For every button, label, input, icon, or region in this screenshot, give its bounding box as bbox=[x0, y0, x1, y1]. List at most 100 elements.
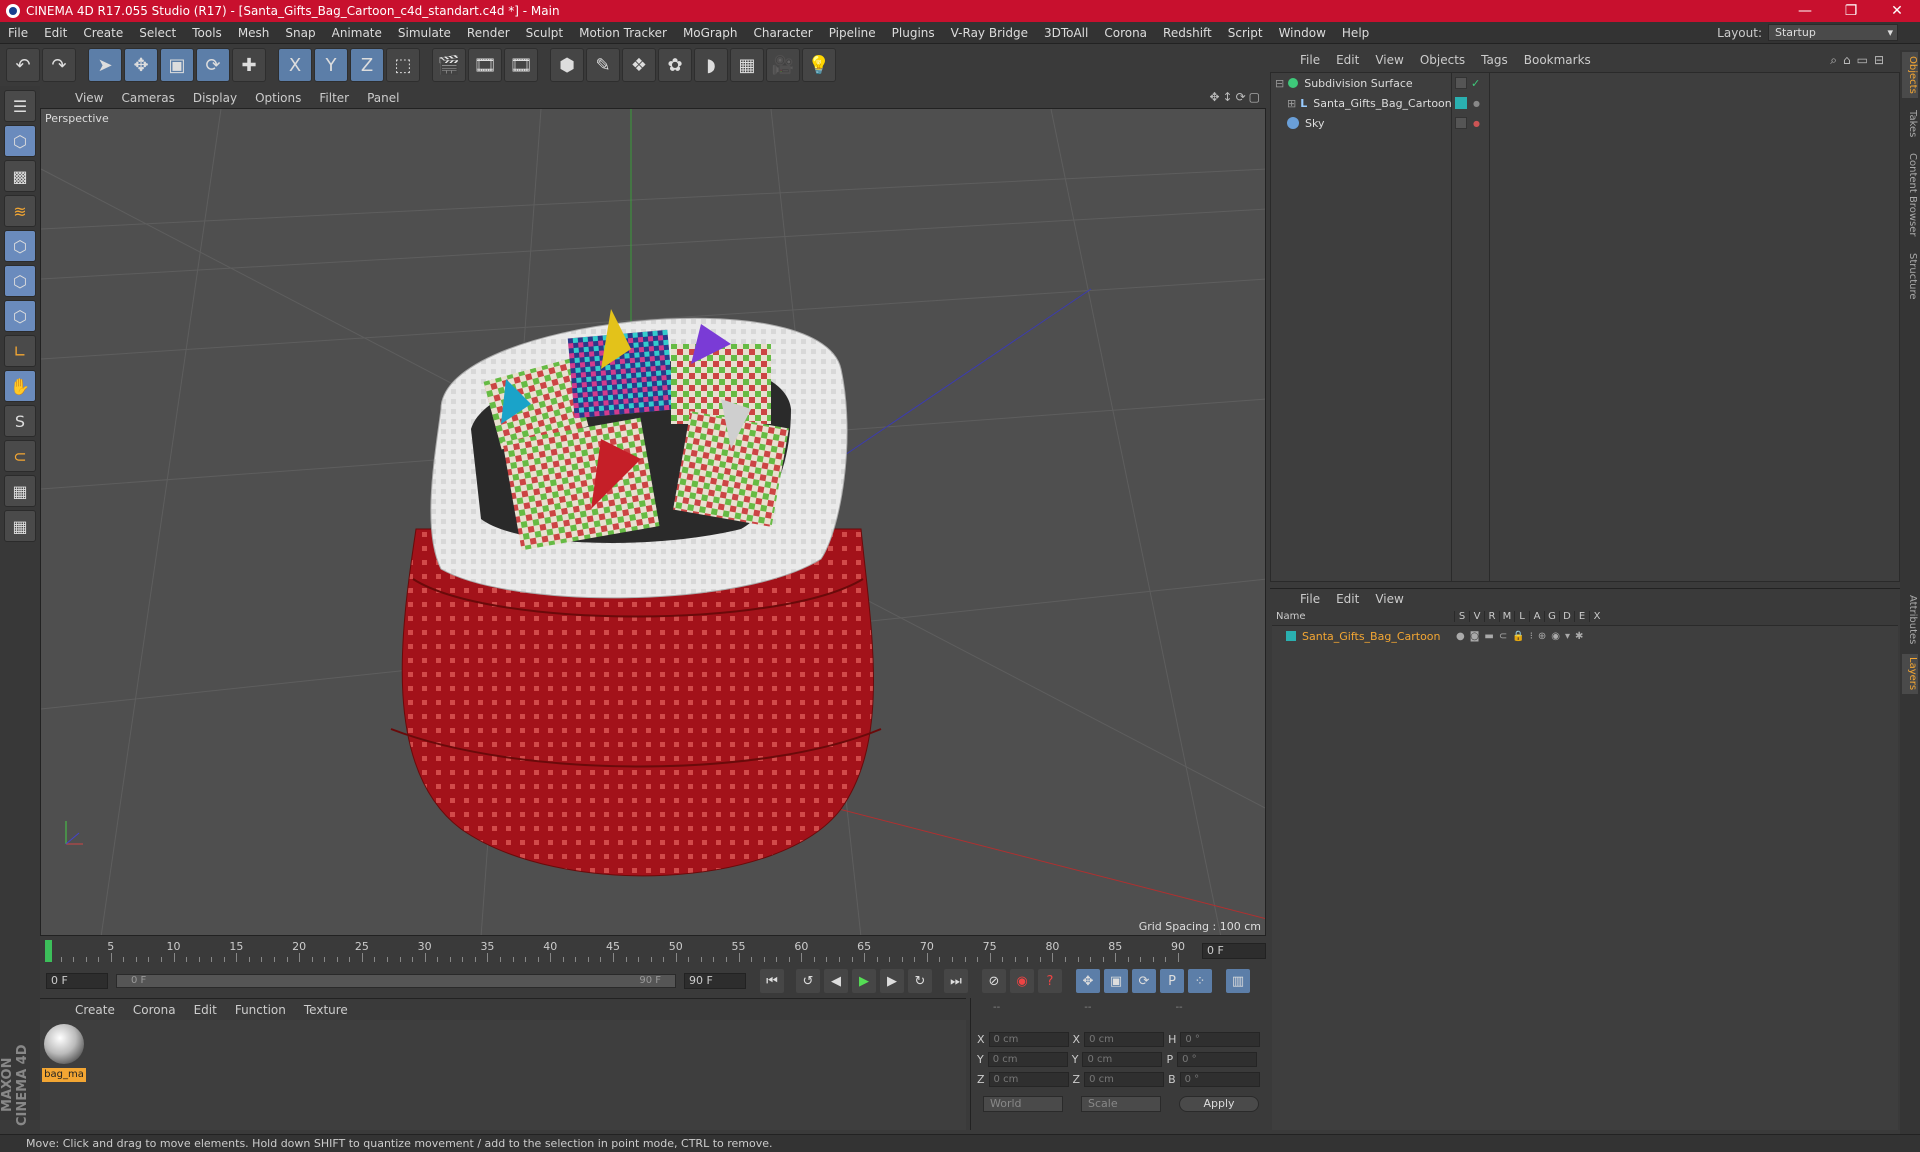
layer-menu-file[interactable]: File bbox=[1292, 592, 1328, 606]
next-key-icon[interactable]: ↻ bbox=[908, 969, 932, 993]
current-frame-field[interactable]: 0 F bbox=[1202, 943, 1266, 959]
cube-icon[interactable]: ⬢ bbox=[550, 48, 584, 82]
timeline[interactable]: 051015202530354045505560657075808590 0 F bbox=[40, 936, 1266, 966]
material-menu-create[interactable]: Create bbox=[66, 1003, 124, 1017]
autokey-icon[interactable]: ? bbox=[1038, 969, 1062, 993]
menu-mograph[interactable]: MoGraph bbox=[675, 22, 746, 44]
layer-row[interactable]: Santa_Gifts_Bag_Cartoon ●◙▬⊂🔒⁝⊕◉▾✱ bbox=[1272, 626, 1898, 646]
tab-objects[interactable]: Objects bbox=[1902, 52, 1918, 98]
object-name[interactable]: Sky bbox=[1305, 117, 1324, 130]
menu-pipeline[interactable]: Pipeline bbox=[821, 22, 884, 44]
menu-plugins[interactable]: Plugins bbox=[884, 22, 943, 44]
edit-render-icon[interactable]: 🎞 bbox=[504, 48, 538, 82]
subdivide-icon[interactable]: ❖ bbox=[622, 48, 656, 82]
timeline-ruler[interactable]: 051015202530354045505560657075808590 bbox=[45, 940, 1198, 964]
material-menu-function[interactable]: Function bbox=[226, 1003, 295, 1017]
workplane-lock-icon[interactable]: ▦ bbox=[4, 510, 36, 542]
object-menu-edit[interactable]: Edit bbox=[1328, 53, 1367, 67]
menu-edit[interactable]: Edit bbox=[36, 22, 75, 44]
select-icon[interactable]: ➤ bbox=[88, 48, 122, 82]
grid-lock-icon[interactable]: ▦ bbox=[4, 475, 36, 507]
viewport-menu-options[interactable]: Options bbox=[246, 91, 310, 105]
apply-button[interactable]: Apply bbox=[1179, 1096, 1259, 1112]
layer-col-v[interactable]: V bbox=[1469, 611, 1484, 622]
material-menu-corona[interactable]: Corona bbox=[124, 1003, 185, 1017]
santa-gift-bag-model[interactable] bbox=[390, 309, 882, 877]
visibility-dots-icon[interactable]: ● bbox=[1473, 119, 1480, 128]
prev-frame-icon[interactable]: ◀ bbox=[824, 969, 848, 993]
search-icon[interactable]: ⌕ bbox=[1830, 53, 1843, 67]
object-menu-objects[interactable]: Objects bbox=[1412, 53, 1473, 67]
end-frame-field[interactable]: 90 F bbox=[684, 973, 746, 989]
size-z-field[interactable]: 0 cm bbox=[1084, 1072, 1165, 1087]
menu-corona[interactable]: Corona bbox=[1096, 22, 1155, 44]
menu-help[interactable]: Help bbox=[1334, 22, 1377, 44]
tab-takes[interactable]: Takes bbox=[1902, 106, 1918, 142]
frame-range-slider[interactable]: 0 F 90 F bbox=[116, 974, 676, 988]
edges-mode-icon[interactable]: ⬡ bbox=[4, 265, 36, 297]
deformer-icon[interactable]: ◗ bbox=[694, 48, 728, 82]
rotation-b-field[interactable]: 0 ° bbox=[1179, 1072, 1260, 1087]
menu-sculpt[interactable]: Sculpt bbox=[518, 22, 571, 44]
layer-col-m[interactable]: M bbox=[1499, 611, 1514, 622]
menu-tools[interactable]: Tools bbox=[184, 22, 230, 44]
snap-icon[interactable]: S bbox=[4, 405, 36, 437]
menu-render[interactable]: Render bbox=[459, 22, 518, 44]
x-axis-icon[interactable]: X bbox=[278, 48, 312, 82]
collapse-icon[interactable]: ⊟ bbox=[1275, 77, 1284, 90]
object-row-sky[interactable]: Sky ● bbox=[1271, 113, 1901, 133]
z-axis-icon[interactable]: Z bbox=[350, 48, 384, 82]
light-icon[interactable]: 💡 bbox=[802, 48, 836, 82]
layer-col-x[interactable]: X bbox=[1589, 611, 1604, 622]
layer-flag-icons[interactable]: ●◙▬⊂🔒⁝⊕◉▾✱ bbox=[1456, 631, 1588, 642]
layer-col-l[interactable]: L bbox=[1514, 611, 1529, 622]
home-icon[interactable]: ⌂ bbox=[1843, 53, 1857, 67]
minimize-button[interactable]: — bbox=[1782, 0, 1828, 22]
material-menu-texture[interactable]: Texture bbox=[295, 1003, 357, 1017]
tag-icon[interactable] bbox=[1455, 77, 1467, 89]
menu-redshift[interactable]: Redshift bbox=[1155, 22, 1220, 44]
camera-icon[interactable]: 🎥 bbox=[766, 48, 800, 82]
position-y-field[interactable]: 0 cm bbox=[987, 1052, 1068, 1067]
goto-end-icon[interactable]: ⏭ bbox=[944, 969, 968, 993]
axis-mode-icon[interactable]: ∟ bbox=[4, 335, 36, 367]
tab-attributes[interactable]: Attributes bbox=[1902, 590, 1918, 650]
layer-col-e[interactable]: E bbox=[1574, 611, 1589, 622]
workplane-icon[interactable]: ≋ bbox=[4, 195, 36, 227]
coord-space-dropdown[interactable]: World bbox=[983, 1096, 1063, 1112]
prev-key-icon[interactable]: ↺ bbox=[796, 969, 820, 993]
make-editable-icon[interactable]: ☰ bbox=[4, 90, 36, 122]
tag-icon[interactable] bbox=[1455, 117, 1467, 129]
size-y-field[interactable]: 0 cm bbox=[1082, 1052, 1163, 1067]
close-button[interactable]: ✕ bbox=[1874, 0, 1920, 22]
object-menu-bookmarks[interactable]: Bookmarks bbox=[1516, 53, 1599, 67]
keyframe-icon[interactable]: ⊘ bbox=[982, 969, 1006, 993]
layer-color-icon[interactable] bbox=[1455, 97, 1467, 109]
pen-icon[interactable]: ✎ bbox=[586, 48, 620, 82]
visibility-dots-icon[interactable]: ● bbox=[1473, 99, 1480, 108]
magnet-icon[interactable]: ⊂ bbox=[4, 440, 36, 472]
menu-script[interactable]: Script bbox=[1220, 22, 1271, 44]
layer-color-icon[interactable] bbox=[1286, 631, 1296, 641]
tab-structure[interactable]: Structure bbox=[1902, 246, 1918, 306]
key-position-icon[interactable]: ✥ bbox=[1076, 969, 1100, 993]
material-name[interactable]: bag_ma bbox=[42, 1068, 86, 1082]
world-coord-icon[interactable]: ⬚ bbox=[386, 48, 420, 82]
viewport-menu-filter[interactable]: Filter bbox=[310, 91, 358, 105]
material-preview-sphere[interactable] bbox=[44, 1024, 84, 1064]
move-icon[interactable]: ✥ bbox=[124, 48, 158, 82]
key-pla-icon[interactable]: ⁘ bbox=[1188, 969, 1212, 993]
menu-animate[interactable]: Animate bbox=[324, 22, 390, 44]
menu-create[interactable]: Create bbox=[75, 22, 131, 44]
redo-icon[interactable]: ↷ bbox=[42, 48, 76, 82]
playhead[interactable] bbox=[45, 940, 52, 962]
play-icon[interactable]: ▶ bbox=[852, 969, 876, 993]
object-menu-view[interactable]: View bbox=[1367, 53, 1411, 67]
next-frame-icon[interactable]: ▶ bbox=[880, 969, 904, 993]
viewport-menu-display[interactable]: Display bbox=[184, 91, 246, 105]
coord-mode-dropdown[interactable]: Scale bbox=[1081, 1096, 1161, 1112]
layer-name[interactable]: Santa_Gifts_Bag_Cartoon bbox=[1302, 630, 1441, 643]
record-icon[interactable]: ◉ bbox=[1010, 969, 1034, 993]
array-icon[interactable]: ✿ bbox=[658, 48, 692, 82]
layer-col-g[interactable]: G bbox=[1544, 611, 1559, 622]
